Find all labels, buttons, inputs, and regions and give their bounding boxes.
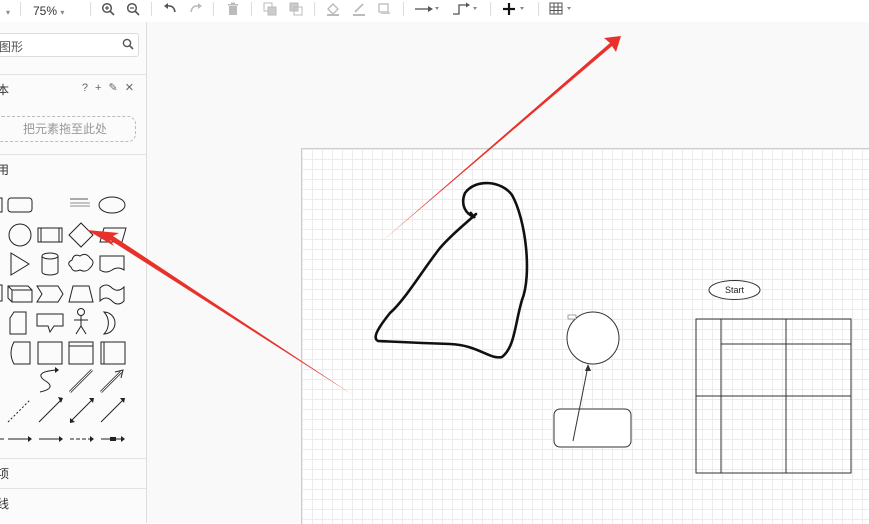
red-annotation-arrow-left (87, 230, 353, 395)
connector-arrowhead (585, 364, 591, 371)
table-shape[interactable] (695, 318, 852, 474)
circle-text-marker (567, 314, 577, 320)
rounded-rectangle-shape[interactable] (553, 408, 632, 448)
circle-shape[interactable] (566, 311, 620, 365)
canvas-overlay (87, 36, 852, 474)
freehand-drawing[interactable] (374, 181, 529, 359)
red-annotation-arrow-top (380, 36, 621, 243)
start-label[interactable]: Start (709, 281, 760, 299)
